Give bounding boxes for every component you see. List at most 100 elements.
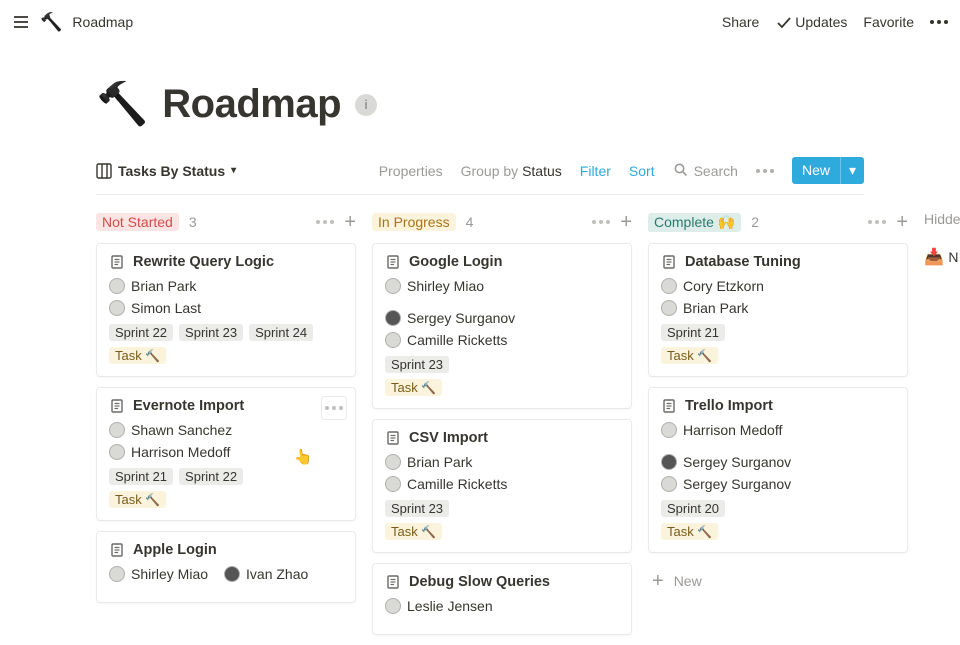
- column-more-icon[interactable]: [868, 220, 886, 224]
- card[interactable]: Trello Import Harrison Medoff Sergey Surga…: [648, 387, 908, 553]
- chevron-down-icon: ▾: [231, 165, 236, 176]
- card[interactable]: Apple LoginShirley MiaoIvan Zhao: [96, 531, 356, 603]
- avatar: [224, 566, 240, 582]
- column-label[interactable]: Not Started: [96, 213, 179, 231]
- person: Shawn Sanchez: [109, 422, 232, 438]
- person: Brian Park: [109, 278, 196, 294]
- person-name: Harrison Medoff: [683, 422, 782, 438]
- avatar: [385, 454, 401, 470]
- task-tag: Task 🔨: [385, 523, 442, 540]
- card-task-row: Task 🔨: [109, 491, 343, 508]
- new-button-dropdown[interactable]: ▾: [840, 157, 864, 184]
- person: Simon Last: [109, 300, 201, 316]
- card-title: Google Login: [409, 254, 502, 270]
- card-tags: Sprint 22Sprint 23Sprint 24: [109, 324, 343, 341]
- sprint-tag: Sprint 23: [385, 500, 449, 517]
- properties-button[interactable]: Properties: [379, 163, 443, 179]
- updates-button[interactable]: Updates: [775, 14, 847, 30]
- person-name: Brian Park: [407, 454, 472, 470]
- board: Not Started3+Rewrite Query LogicBrian Pa…: [96, 207, 960, 645]
- topbar: 🔨 Roadmap Share Updates Favorite: [0, 0, 960, 44]
- card-title: CSV Import: [409, 430, 488, 446]
- avatar: [109, 278, 125, 294]
- doc-icon: [385, 254, 401, 270]
- avatar: [661, 278, 677, 294]
- sprint-tag: Sprint 22: [109, 324, 173, 341]
- person: Harrison Medoff: [109, 444, 230, 460]
- info-icon[interactable]: i: [355, 94, 377, 116]
- avatar: [661, 454, 677, 470]
- card-task-row: Task 🔨: [385, 523, 619, 540]
- add-card-label: New: [674, 573, 702, 589]
- search-button[interactable]: Search: [673, 162, 738, 180]
- card-title: Evernote Import: [133, 398, 244, 414]
- column-more-icon[interactable]: [592, 220, 610, 224]
- share-button[interactable]: Share: [722, 14, 759, 30]
- column-in_progress: In Progress 4 + Google LoginShirley MiaoSer…: [372, 207, 632, 645]
- sprint-tag: Sprint 23: [179, 324, 243, 341]
- card[interactable]: Google LoginShirley MiaoSergey SurganovC…: [372, 243, 632, 409]
- card-people: Leslie Jensen: [385, 598, 619, 614]
- person-name: Camille Ricketts: [407, 476, 507, 492]
- person: Sergey Surganov: [661, 454, 791, 470]
- search-label: Search: [694, 163, 738, 179]
- person: Brian Park: [385, 454, 472, 470]
- person: Shirley Miao: [109, 566, 208, 582]
- column-label[interactable]: Complete 🙌: [648, 213, 741, 232]
- favorite-button[interactable]: Favorite: [863, 14, 914, 30]
- page-hero-icon: 🔨: [96, 80, 148, 129]
- person: Sergey Surganov: [385, 310, 515, 326]
- card-people: Brian Park Simon Last: [109, 278, 343, 316]
- task-tag: Task 🔨: [109, 491, 166, 508]
- column-add-icon[interactable]: +: [620, 212, 632, 232]
- hidden-groups-label[interactable]: Hidden: [924, 211, 960, 227]
- card-task-row: Task 🔨: [661, 347, 895, 364]
- filter-button[interactable]: Filter: [580, 163, 611, 179]
- view-more-icon[interactable]: [756, 169, 774, 173]
- card[interactable]: Database TuningCory EtzkornBrian ParkSpr…: [648, 243, 908, 377]
- page-title[interactable]: Roadmap: [162, 82, 341, 127]
- avatar: [109, 566, 125, 582]
- person: Harrison Medoff: [661, 422, 782, 438]
- person: Camille Ricketts: [385, 476, 507, 492]
- card[interactable]: Evernote Import Shawn Sanchez Harrison Med…: [96, 387, 356, 521]
- avatar: [385, 278, 401, 294]
- view-select[interactable]: Tasks By Status ▾: [96, 163, 236, 179]
- group-by-value: Status: [522, 163, 562, 179]
- avatar: [385, 598, 401, 614]
- menu-icon[interactable]: [12, 13, 30, 31]
- column-header: In Progress 4 +: [372, 207, 632, 237]
- card[interactable]: Debug Slow QueriesLeslie Jensen: [372, 563, 632, 635]
- plus-icon: +: [652, 571, 664, 591]
- column-more-icon[interactable]: [316, 220, 334, 224]
- sprint-tag: Sprint 20: [661, 500, 725, 517]
- group-by-button[interactable]: Group by Status: [461, 163, 562, 179]
- card-title: Trello Import: [685, 398, 773, 414]
- breadcrumb-title[interactable]: Roadmap: [72, 14, 133, 30]
- card-tags: Sprint 21Sprint 22: [109, 468, 343, 485]
- person-name: Simon Last: [131, 300, 201, 316]
- doc-icon: [661, 254, 677, 270]
- column-label[interactable]: In Progress: [372, 213, 456, 231]
- card-title: Apple Login: [133, 542, 217, 558]
- card-tags: Sprint 23: [385, 500, 619, 517]
- new-button[interactable]: New ▾: [792, 157, 864, 184]
- viewbar: Tasks By Status ▾ Properties Group by St…: [96, 157, 864, 195]
- card-menu-icon[interactable]: [321, 396, 347, 420]
- column-add-icon[interactable]: +: [344, 212, 356, 232]
- more-icon[interactable]: [930, 20, 948, 24]
- column-count: 2: [751, 214, 759, 230]
- person-name: Shirley Miao: [131, 566, 208, 582]
- inbox-icon[interactable]: 📥 N: [924, 247, 960, 267]
- task-tag: Task 🔨: [385, 379, 442, 396]
- card[interactable]: CSV Import Brian Park Camille Ricketts Spri…: [372, 419, 632, 553]
- card-people: Cory EtzkornBrian Park: [661, 278, 895, 316]
- add-card-button[interactable]: + New: [648, 563, 908, 599]
- column-count: 4: [466, 214, 474, 230]
- column-count: 3: [189, 214, 197, 230]
- sort-button[interactable]: Sort: [629, 163, 655, 179]
- column-add-icon[interactable]: +: [896, 212, 908, 232]
- card[interactable]: Rewrite Query LogicBrian ParkSimon LastS…: [96, 243, 356, 377]
- card-task-row: Task 🔨: [661, 523, 895, 540]
- person-name: Cory Etzkorn: [683, 278, 764, 294]
